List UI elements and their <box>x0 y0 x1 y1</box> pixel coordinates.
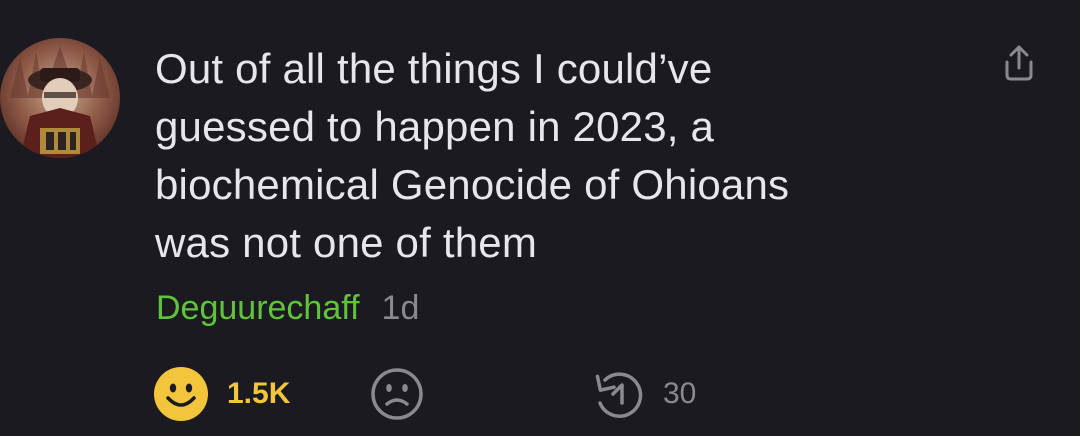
reply-count: 30 <box>663 377 697 410</box>
share-button[interactable] <box>998 42 1040 84</box>
comment-line: biochemical Genocide of Ohioans <box>155 161 790 208</box>
dislike-button[interactable] <box>370 366 424 422</box>
share-icon <box>1005 45 1033 81</box>
smile-face-icon <box>154 367 208 421</box>
reply-button[interactable]: 30 <box>591 366 696 422</box>
comment-actions: 1.5K 30 <box>0 366 1080 426</box>
reply-icon <box>595 372 643 418</box>
frown-face-icon <box>371 368 423 420</box>
author-name[interactable]: Deguurechaff <box>156 289 360 327</box>
avatar-image <box>0 38 120 158</box>
like-count: 1.5K <box>227 377 291 410</box>
like-button[interactable]: 1.5K <box>153 366 290 422</box>
comment-body: Out of all the things I could’ve guessed… <box>155 40 955 272</box>
avatar[interactable] <box>0 38 120 158</box>
comment-line: Out of all the things I could’ve <box>155 45 713 92</box>
comment-age: 1d <box>381 289 420 327</box>
comment-card: Out of all the things I could’ve guessed… <box>0 0 1080 436</box>
comment-line: guessed to happen in 2023, a <box>155 103 715 150</box>
comment-meta: Deguurechaff 1d <box>156 286 419 330</box>
comment-line: was not one of them <box>155 219 538 266</box>
